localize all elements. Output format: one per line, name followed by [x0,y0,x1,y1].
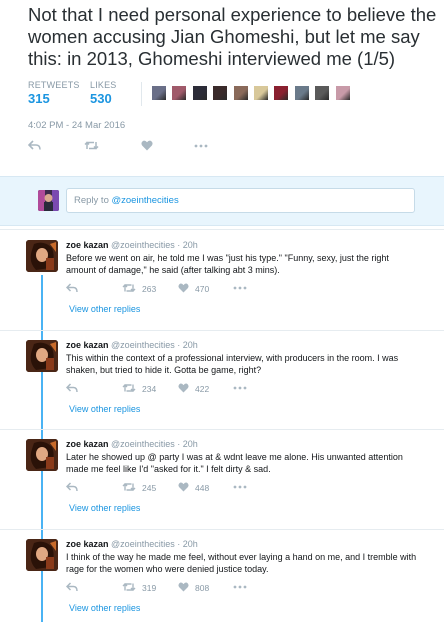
more-icon[interactable] [233,383,247,393]
author-handle[interactable]: @zoeinthecities [111,240,175,250]
avatar[interactable] [26,240,58,272]
liker-avatar[interactable] [212,85,229,101]
heart-icon [178,482,189,494]
like-button[interactable]: 808 [178,582,209,594]
retweet-count: 245 [142,483,157,493]
reply-icon[interactable] [27,140,41,153]
reply-time[interactable]: · 20h [177,439,198,449]
liker-avatar[interactable] [232,85,249,101]
reply-text: This within the context of a professiona… [66,353,399,375]
author-name[interactable]: zoe kazan [66,240,109,250]
avatar[interactable] [26,439,58,471]
tweet-timestamp[interactable]: 4:02 PM - 24 Mar 2016 [28,120,125,131]
retweet-icon [122,383,136,395]
more-icon[interactable] [233,482,247,492]
retweet-count: 263 [142,284,157,294]
reply-bar: Reply to @zoeinthecities [0,176,444,226]
liker-avatar[interactable] [273,85,290,101]
retweet-icon [122,582,136,594]
liker-avatar[interactable] [191,85,208,101]
reply-header: zoe kazan @zoeinthecities · 20h [66,340,198,350]
likes-count: 530 [90,91,112,106]
likes-stat[interactable]: LIKES 530 [90,80,117,106]
liker-avatars [151,85,355,101]
reply-text: Before we went on air, he told me I was … [66,253,389,275]
reply-divider [0,429,444,430]
reply-actions: 245 448 [66,482,266,494]
heart-icon [178,283,189,295]
liker-avatar[interactable] [314,85,331,101]
reply-time[interactable]: · 20h [177,240,198,250]
liker-avatar[interactable] [171,85,188,101]
author-handle[interactable]: @zoeinthecities [111,539,175,549]
like-count: 422 [195,384,210,394]
current-user-avatar [38,190,59,211]
retweet-button[interactable]: 319 [122,582,156,594]
retweet-button[interactable]: 245 [122,482,156,494]
view-other-replies-link[interactable]: View other replies [69,404,140,414]
author-handle[interactable]: @zoeinthecities [111,340,175,350]
heart-icon[interactable] [141,140,153,153]
reply-time[interactable]: · 20h [177,539,198,549]
author-name[interactable]: zoe kazan [66,439,109,449]
reply-divider [0,229,444,230]
reply-icon[interactable] [66,283,78,293]
like-count: 808 [195,583,210,593]
reply-icon[interactable] [66,482,78,492]
reply-mention: @zoeinthecities [111,195,179,206]
like-button[interactable]: 470 [178,283,209,295]
like-count: 470 [195,284,210,294]
like-count: 448 [195,483,210,493]
liker-avatar[interactable] [334,85,351,101]
more-icon[interactable] [233,582,247,592]
heart-icon [178,582,189,594]
author-name[interactable]: zoe kazan [66,340,109,350]
retweet-count: 234 [142,384,157,394]
reply-header: zoe kazan @zoeinthecities · 20h [66,240,198,250]
reply-input[interactable]: Reply to @zoeinthecities [66,188,415,213]
reply-time[interactable]: · 20h [177,340,198,350]
likes-label: LIKES [90,80,117,90]
reply-header: zoe kazan @zoeinthecities · 20h [66,539,198,549]
reply-divider [0,529,444,530]
retweets-label: RETWEETS [28,80,80,90]
like-button[interactable]: 422 [178,383,209,395]
retweet-button[interactable]: 263 [122,283,156,295]
main-tweet: Not that I need personal experience to b… [0,0,444,176]
view-other-replies-link[interactable]: View other replies [69,603,140,613]
reply-actions: 234 422 [66,383,266,395]
retweets-stat[interactable]: RETWEETS 315 [28,80,80,106]
reply-icon[interactable] [66,383,78,393]
tweet-stats: RETWEETS 315 LIKES 530 [28,80,127,106]
retweet-icon [122,482,136,494]
retweet-button[interactable]: 234 [122,383,156,395]
more-icon[interactable] [233,283,247,293]
retweets-count: 315 [28,91,50,106]
retweet-icon [122,283,136,295]
reply-text: Later he showed up @ party I was at & wd… [66,452,403,474]
reply-text: I think of the way he made me feel, with… [66,552,417,574]
heart-icon [178,383,189,395]
author-handle[interactable]: @zoeinthecities [111,439,175,449]
liker-avatar[interactable] [151,85,167,101]
liker-avatar[interactable] [293,85,310,101]
stats-divider [141,82,142,106]
more-icon[interactable] [194,140,208,153]
avatar[interactable] [26,340,58,372]
view-other-replies-link[interactable]: View other replies [69,304,140,314]
view-other-replies-link[interactable]: View other replies [69,503,140,513]
reply-header: zoe kazan @zoeinthecities · 20h [66,439,198,449]
author-name[interactable]: zoe kazan [66,539,109,549]
tweet-text: Not that I need personal experience to b… [28,4,437,69]
reply-prefix: Reply to [74,195,112,206]
liker-avatar[interactable] [252,85,269,101]
retweet-count: 319 [142,583,157,593]
reply-divider [0,330,444,331]
retweet-icon[interactable] [84,140,99,153]
like-button[interactable]: 448 [178,482,209,494]
reply-actions: 263 470 [66,283,266,295]
reply-actions: 319 808 [66,582,266,594]
avatar[interactable] [26,539,58,571]
reply-icon[interactable] [66,582,78,592]
